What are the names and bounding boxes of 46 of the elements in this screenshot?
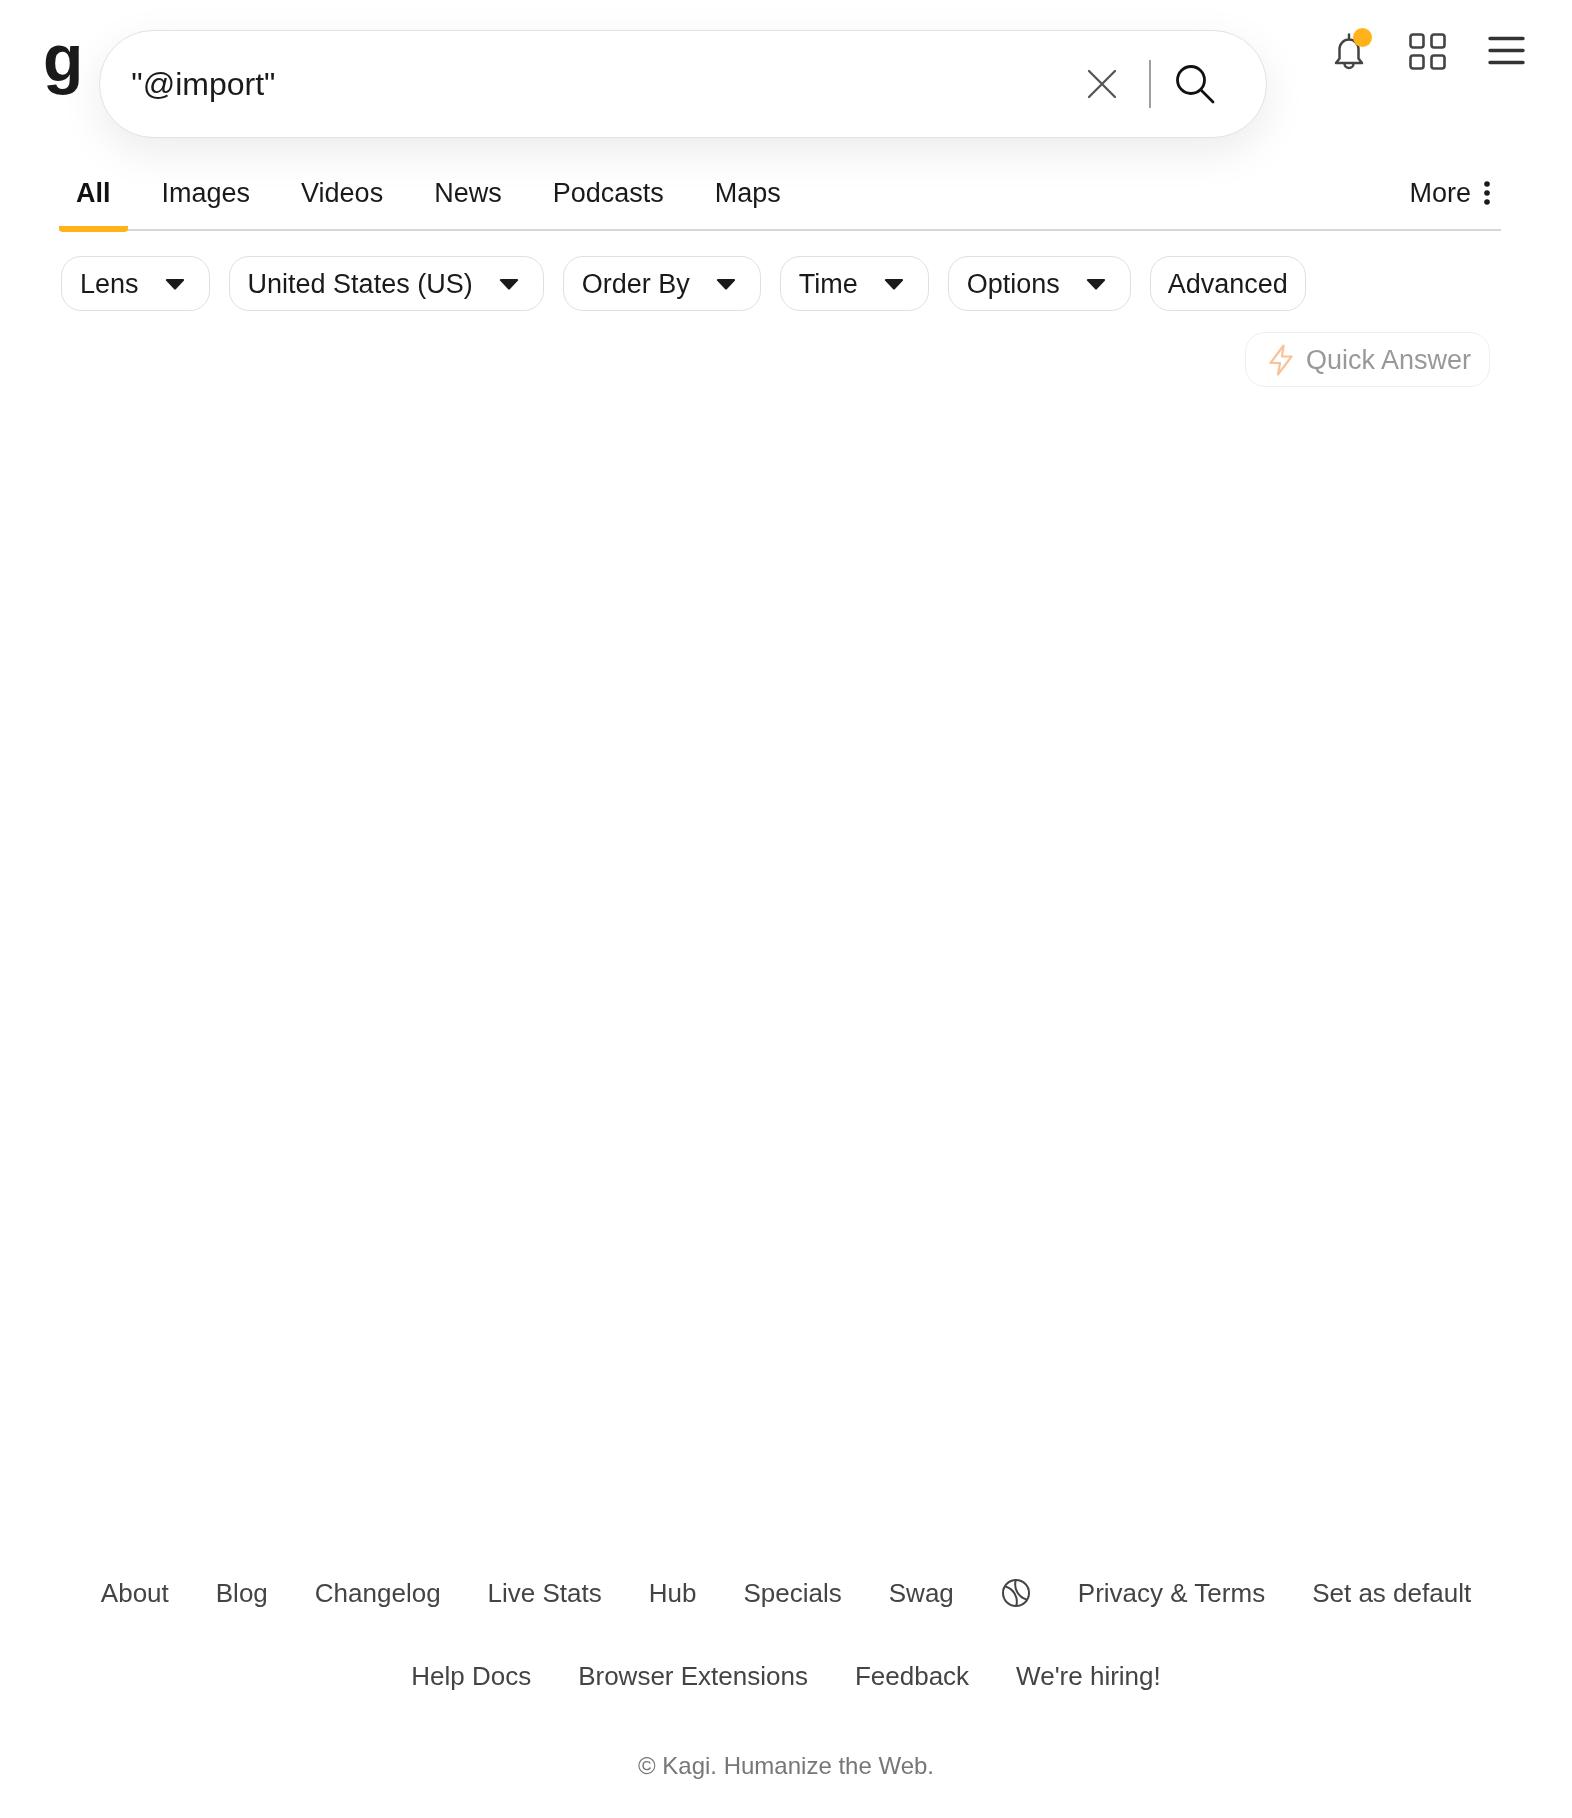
filter-dropdown[interactable]: Order By (562, 256, 761, 311)
filter-dropdown[interactable]: United States (US) (228, 256, 544, 311)
footer-link[interactable]: Hub (648, 1578, 697, 1608)
advanced-button[interactable]: Advanced (1149, 256, 1306, 311)
ball-icon[interactable] (1000, 1578, 1031, 1608)
search-icon (1175, 64, 1216, 104)
footer-link[interactable]: Feedback (854, 1661, 970, 1691)
copyright-text: © Kagi. Humanize the Web. (637, 1752, 935, 1780)
caret-down-icon (715, 277, 736, 290)
footer-link[interactable]: Browser Extensions (578, 1661, 808, 1691)
footer-link[interactable]: Changelog (314, 1578, 441, 1608)
tab[interactable]: All (59, 157, 128, 232)
tab[interactable]: News (417, 157, 519, 232)
caret-down-icon (164, 277, 185, 290)
footer-link[interactable]: About (100, 1578, 169, 1608)
menu-icon (1488, 36, 1526, 65)
lightning-icon (1267, 343, 1294, 376)
tab[interactable]: Videos (284, 157, 401, 232)
footer-link[interactable]: Help Docs (411, 1661, 532, 1691)
search-button[interactable] (1175, 64, 1216, 104)
filter-dropdown[interactable]: Lens (61, 256, 210, 311)
tab[interactable]: Images (144, 157, 268, 232)
close-icon (1087, 69, 1118, 99)
grid-icon (1409, 33, 1447, 70)
footer-link[interactable]: Blog (215, 1578, 268, 1608)
more-menu-button[interactable]: More (1409, 157, 1490, 232)
logo[interactable]: g (43, 19, 83, 99)
clear-button[interactable] (1087, 69, 1118, 99)
footer-link[interactable]: Swag (888, 1578, 954, 1608)
menu-button[interactable] (1488, 36, 1526, 65)
caret-down-icon (1085, 277, 1106, 290)
footer-link[interactable]: Set as default (1312, 1578, 1472, 1608)
tab[interactable]: Podcasts (535, 157, 681, 232)
more-dots-icon (1484, 181, 1490, 205)
apps-button[interactable] (1409, 33, 1447, 70)
search-bar[interactable]: "@import" (99, 30, 1268, 138)
search-input[interactable]: "@import" (131, 62, 1068, 106)
filter-dropdown[interactable]: Options (947, 256, 1131, 311)
tab[interactable]: Maps (697, 157, 798, 232)
caret-down-icon (498, 277, 519, 290)
filter-dropdown[interactable]: Time (779, 256, 929, 311)
caret-down-icon (883, 277, 904, 290)
footer-link[interactable]: Privacy & Terms (1077, 1578, 1266, 1608)
footer-link[interactable]: We're hiring! (1016, 1661, 1161, 1691)
footer-link[interactable]: Specials (743, 1578, 842, 1608)
footer-link[interactable]: Live Stats (487, 1578, 602, 1608)
